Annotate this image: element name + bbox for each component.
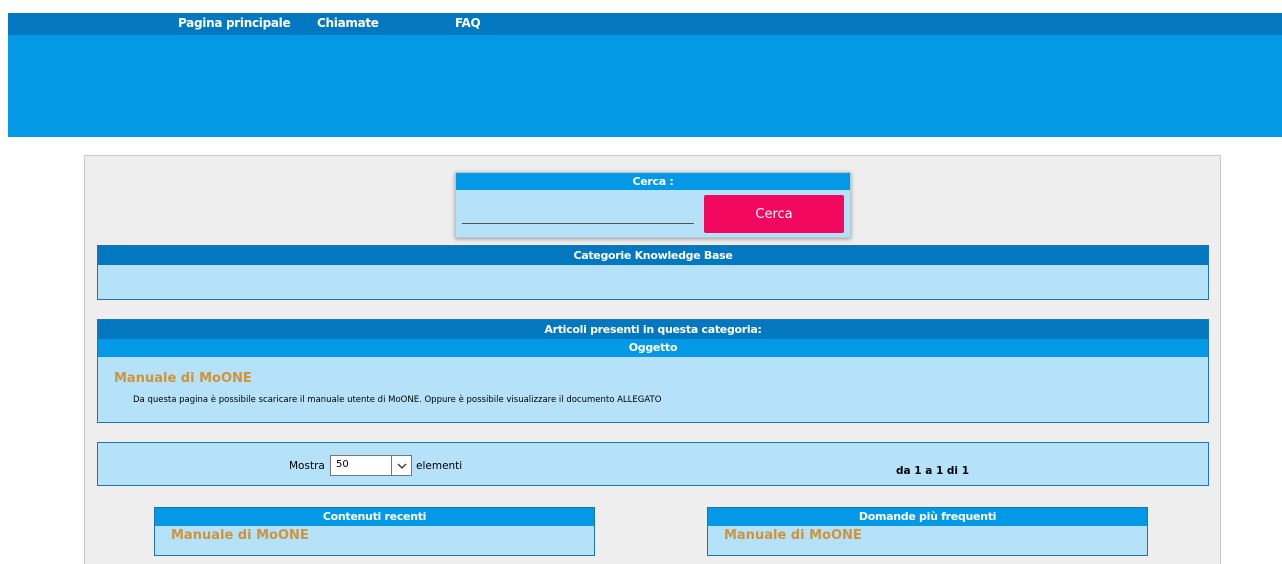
faq-title: Domande più frequenti (708, 508, 1147, 526)
search-box: Cerca : Cerca (455, 172, 851, 238)
main-content: Cerca : Cerca Categorie Knowledge Base A… (84, 155, 1221, 564)
faq-panel: Domande più frequenti Manuale di MoONE (707, 507, 1148, 556)
recent-content-panel: Contenuti recenti Manuale di MoONE (154, 507, 595, 556)
articles-title: Articoli presenti in questa categoria: (98, 320, 1208, 339)
nav-bar: Pagina principale Chiamate FAQ (8, 13, 1282, 35)
column-header-oggetto: Oggetto (98, 339, 1208, 357)
nav-faq-link[interactable]: FAQ (455, 16, 481, 30)
items-label: elementi (416, 460, 463, 472)
recent-content-title: Contenuti recenti (155, 508, 594, 526)
categories-title: Categorie Knowledge Base (98, 246, 1208, 265)
search-title: Cerca : (456, 173, 850, 190)
show-label: Mostra (289, 460, 325, 472)
page-size-select[interactable]: 50 (330, 455, 412, 476)
search-input[interactable] (462, 204, 694, 224)
faq-link[interactable]: Manuale di MoONE (724, 528, 862, 543)
chevron-down-icon[interactable] (391, 456, 411, 475)
search-button[interactable]: Cerca (704, 195, 844, 233)
categories-panel: Categorie Knowledge Base (97, 245, 1209, 300)
article-link[interactable]: Manuale di MoONE (114, 371, 252, 386)
pager-panel: Mostra 50 elementi da 1 a 1 di 1 (97, 442, 1209, 486)
top-banner: Pagina principale Chiamate FAQ (8, 13, 1282, 137)
article-description: Da questa pagina è possibile scaricare i… (133, 395, 662, 405)
articles-panel: Articoli presenti in questa categoria: O… (97, 319, 1209, 423)
recent-content-link[interactable]: Manuale di MoONE (171, 528, 309, 543)
page-size-value: 50 (336, 459, 349, 470)
pager-count: da 1 a 1 di 1 (896, 465, 969, 477)
nav-home-link[interactable]: Pagina principale (178, 16, 291, 30)
nav-calls-link[interactable]: Chiamate (317, 16, 379, 30)
